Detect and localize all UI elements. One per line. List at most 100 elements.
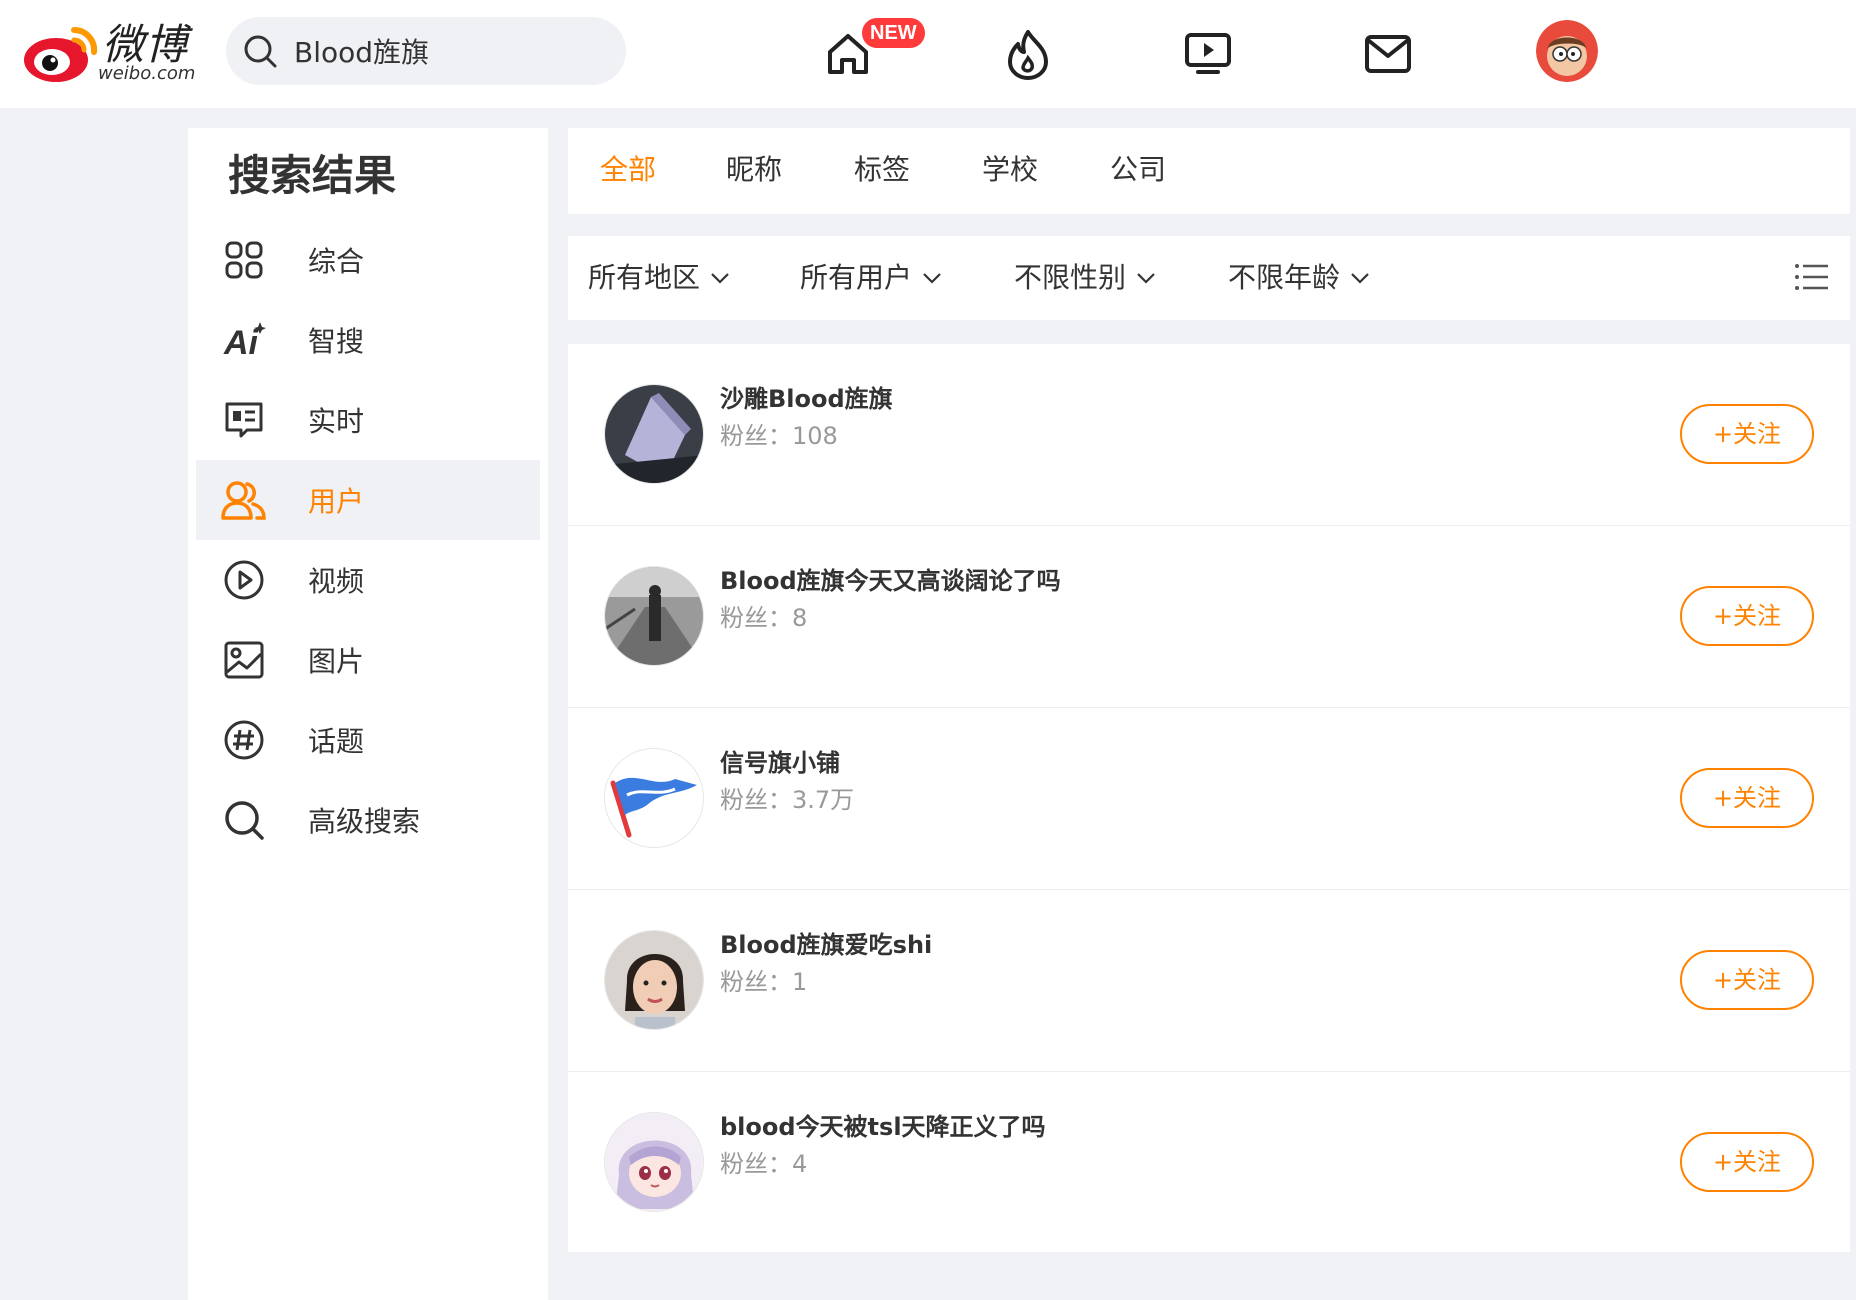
avatar-image	[1536, 20, 1598, 82]
sidebar-title: 搜索结果	[228, 151, 397, 200]
follow-button[interactable]: +关注	[1680, 1132, 1814, 1192]
tab-school[interactable]: 学校	[982, 150, 1038, 190]
logo-text-cn: 微博	[102, 20, 189, 69]
nav-hot[interactable]	[996, 22, 1060, 86]
sidebar-item-label: 综合	[308, 245, 365, 278]
fans-label: 粉丝：	[720, 422, 792, 450]
filter-label: 不限年龄	[1228, 261, 1341, 294]
user-fans: 粉丝：4	[720, 1148, 807, 1180]
weibo-eye-icon	[24, 26, 98, 82]
sidebar-item-advanced-search[interactable]: 高级搜索	[196, 780, 540, 860]
nav-mail[interactable]	[1356, 22, 1420, 86]
filter-age[interactable]: 不限年龄	[1228, 256, 1370, 300]
search-icon[interactable]	[242, 33, 278, 69]
fans-label: 粉丝：	[720, 604, 792, 632]
fans-count: 3.7万	[792, 786, 855, 814]
follow-button[interactable]: +关注	[1680, 768, 1814, 828]
user-fans: 粉丝：8	[720, 602, 807, 634]
result-tabs: 全部 昵称 标签 学校 公司	[568, 128, 1850, 214]
sidebar-item-video[interactable]: 视频	[196, 540, 540, 620]
user-result-row[interactable]: Blood旌旗今天又高谈阔论了吗 粉丝：8 +关注	[568, 526, 1850, 708]
chevron-down-icon	[923, 273, 941, 284]
fans-label: 粉丝：	[720, 786, 792, 814]
hashtag-icon	[220, 716, 268, 764]
sidebar-item-ai-search[interactable]: Ai 智搜	[196, 300, 540, 380]
avatar-image	[605, 385, 703, 483]
user-avatar[interactable]	[604, 930, 704, 1030]
sidebar-item-pictures[interactable]: 图片	[196, 620, 540, 700]
fans-count: 108	[792, 422, 838, 450]
chevron-down-icon	[1351, 273, 1369, 284]
user-name[interactable]: blood今天被tsl天降正义了吗	[720, 1110, 1046, 1144]
sidebar-item-label: 图片	[308, 645, 365, 678]
tv-play-icon	[1185, 33, 1231, 74]
weibo-logo[interactable]: 微博 weibo.com	[22, 18, 202, 88]
follow-button[interactable]: +关注	[1680, 586, 1814, 646]
ai-icon: Ai	[220, 316, 268, 364]
user-avatar[interactable]	[604, 384, 704, 484]
svg-text:Ai: Ai	[223, 324, 260, 360]
fans-label: 粉丝：	[720, 1150, 792, 1178]
filter-region[interactable]: 所有地区	[588, 256, 730, 300]
sidebar-item-label: 视频	[308, 565, 365, 598]
chevron-down-icon	[711, 273, 729, 284]
nav-video[interactable]	[1176, 22, 1240, 86]
follow-button[interactable]: +关注	[1680, 404, 1814, 464]
flame-icon	[1008, 30, 1048, 80]
user-avatar[interactable]	[604, 566, 704, 666]
sidebar-item-users[interactable]: 用户	[196, 460, 540, 540]
user-fans: 粉丝：108	[720, 420, 838, 452]
users-icon	[220, 476, 268, 524]
sidebar-item-comprehensive[interactable]: 综合	[196, 220, 540, 300]
search-input[interactable]	[294, 29, 614, 73]
sidebar: 搜索结果 综合 Ai 智搜 实时 用户 视频 图片 话题 高级搜索	[188, 128, 548, 1300]
user-avatar[interactable]	[1536, 20, 1598, 82]
picture-icon	[220, 636, 268, 684]
tab-all[interactable]: 全部	[600, 150, 656, 190]
avatar-image	[605, 567, 703, 665]
filter-user-type[interactable]: 所有用户	[800, 256, 942, 300]
top-bar: 微博 weibo.com NEW	[0, 0, 1856, 108]
user-name[interactable]: 信号旗小铺	[720, 746, 840, 780]
sidebar-item-realtime[interactable]: 实时	[196, 380, 540, 460]
user-result-row[interactable]: blood今天被tsl天降正义了吗 粉丝：4 +关注	[568, 1072, 1850, 1254]
search-icon	[220, 796, 268, 844]
user-name[interactable]: 沙雕Blood旌旗	[720, 382, 893, 416]
realtime-icon	[220, 396, 268, 444]
user-avatar[interactable]	[604, 1112, 704, 1212]
sidebar-item-topics[interactable]: 话题	[196, 700, 540, 780]
filter-label: 所有地区	[588, 261, 701, 294]
user-name[interactable]: Blood旌旗爱吃shi	[720, 928, 932, 962]
tab-tags[interactable]: 标签	[854, 150, 910, 190]
list-view-icon[interactable]	[1794, 262, 1830, 292]
avatar-image	[605, 931, 703, 1029]
fans-count: 8	[792, 604, 808, 632]
filter-label: 不限性别	[1014, 261, 1127, 294]
avatar-image	[605, 1113, 703, 1211]
fans-count: 1	[792, 968, 808, 996]
chevron-down-icon	[1137, 273, 1155, 284]
filter-label: 所有用户	[800, 261, 913, 294]
sidebar-item-label: 话题	[308, 725, 365, 758]
user-result-row[interactable]: Blood旌旗爱吃shi 粉丝：1 +关注	[568, 890, 1850, 1072]
tab-company[interactable]: 公司	[1110, 150, 1166, 190]
play-icon	[220, 556, 268, 604]
grid-icon	[220, 236, 268, 284]
sidebar-item-label: 用户	[308, 485, 365, 518]
tab-nickname[interactable]: 昵称	[726, 150, 782, 190]
fans-label: 粉丝：	[720, 968, 792, 996]
flag-avatar-icon	[605, 749, 703, 847]
search-bar[interactable]	[226, 17, 626, 85]
logo-text-en: weibo.com	[98, 63, 196, 84]
sidebar-item-label: 智搜	[308, 325, 365, 358]
user-result-row[interactable]: 信号旗小铺 粉丝：3.7万 +关注	[568, 708, 1850, 890]
user-avatar[interactable]	[604, 748, 704, 848]
user-result-row[interactable]: 沙雕Blood旌旗 粉丝：108 +关注	[568, 344, 1850, 526]
filter-gender[interactable]: 不限性别	[1014, 256, 1156, 300]
user-results: 沙雕Blood旌旗 粉丝：108 +关注 Blood旌旗今天又高谈阔论了吗 粉丝…	[568, 344, 1850, 1252]
mail-icon	[1365, 35, 1411, 73]
new-badge: NEW	[862, 18, 925, 48]
follow-button[interactable]: +关注	[1680, 950, 1814, 1010]
user-name[interactable]: Blood旌旗今天又高谈阔论了吗	[720, 564, 1061, 598]
sidebar-item-label: 实时	[308, 405, 365, 438]
